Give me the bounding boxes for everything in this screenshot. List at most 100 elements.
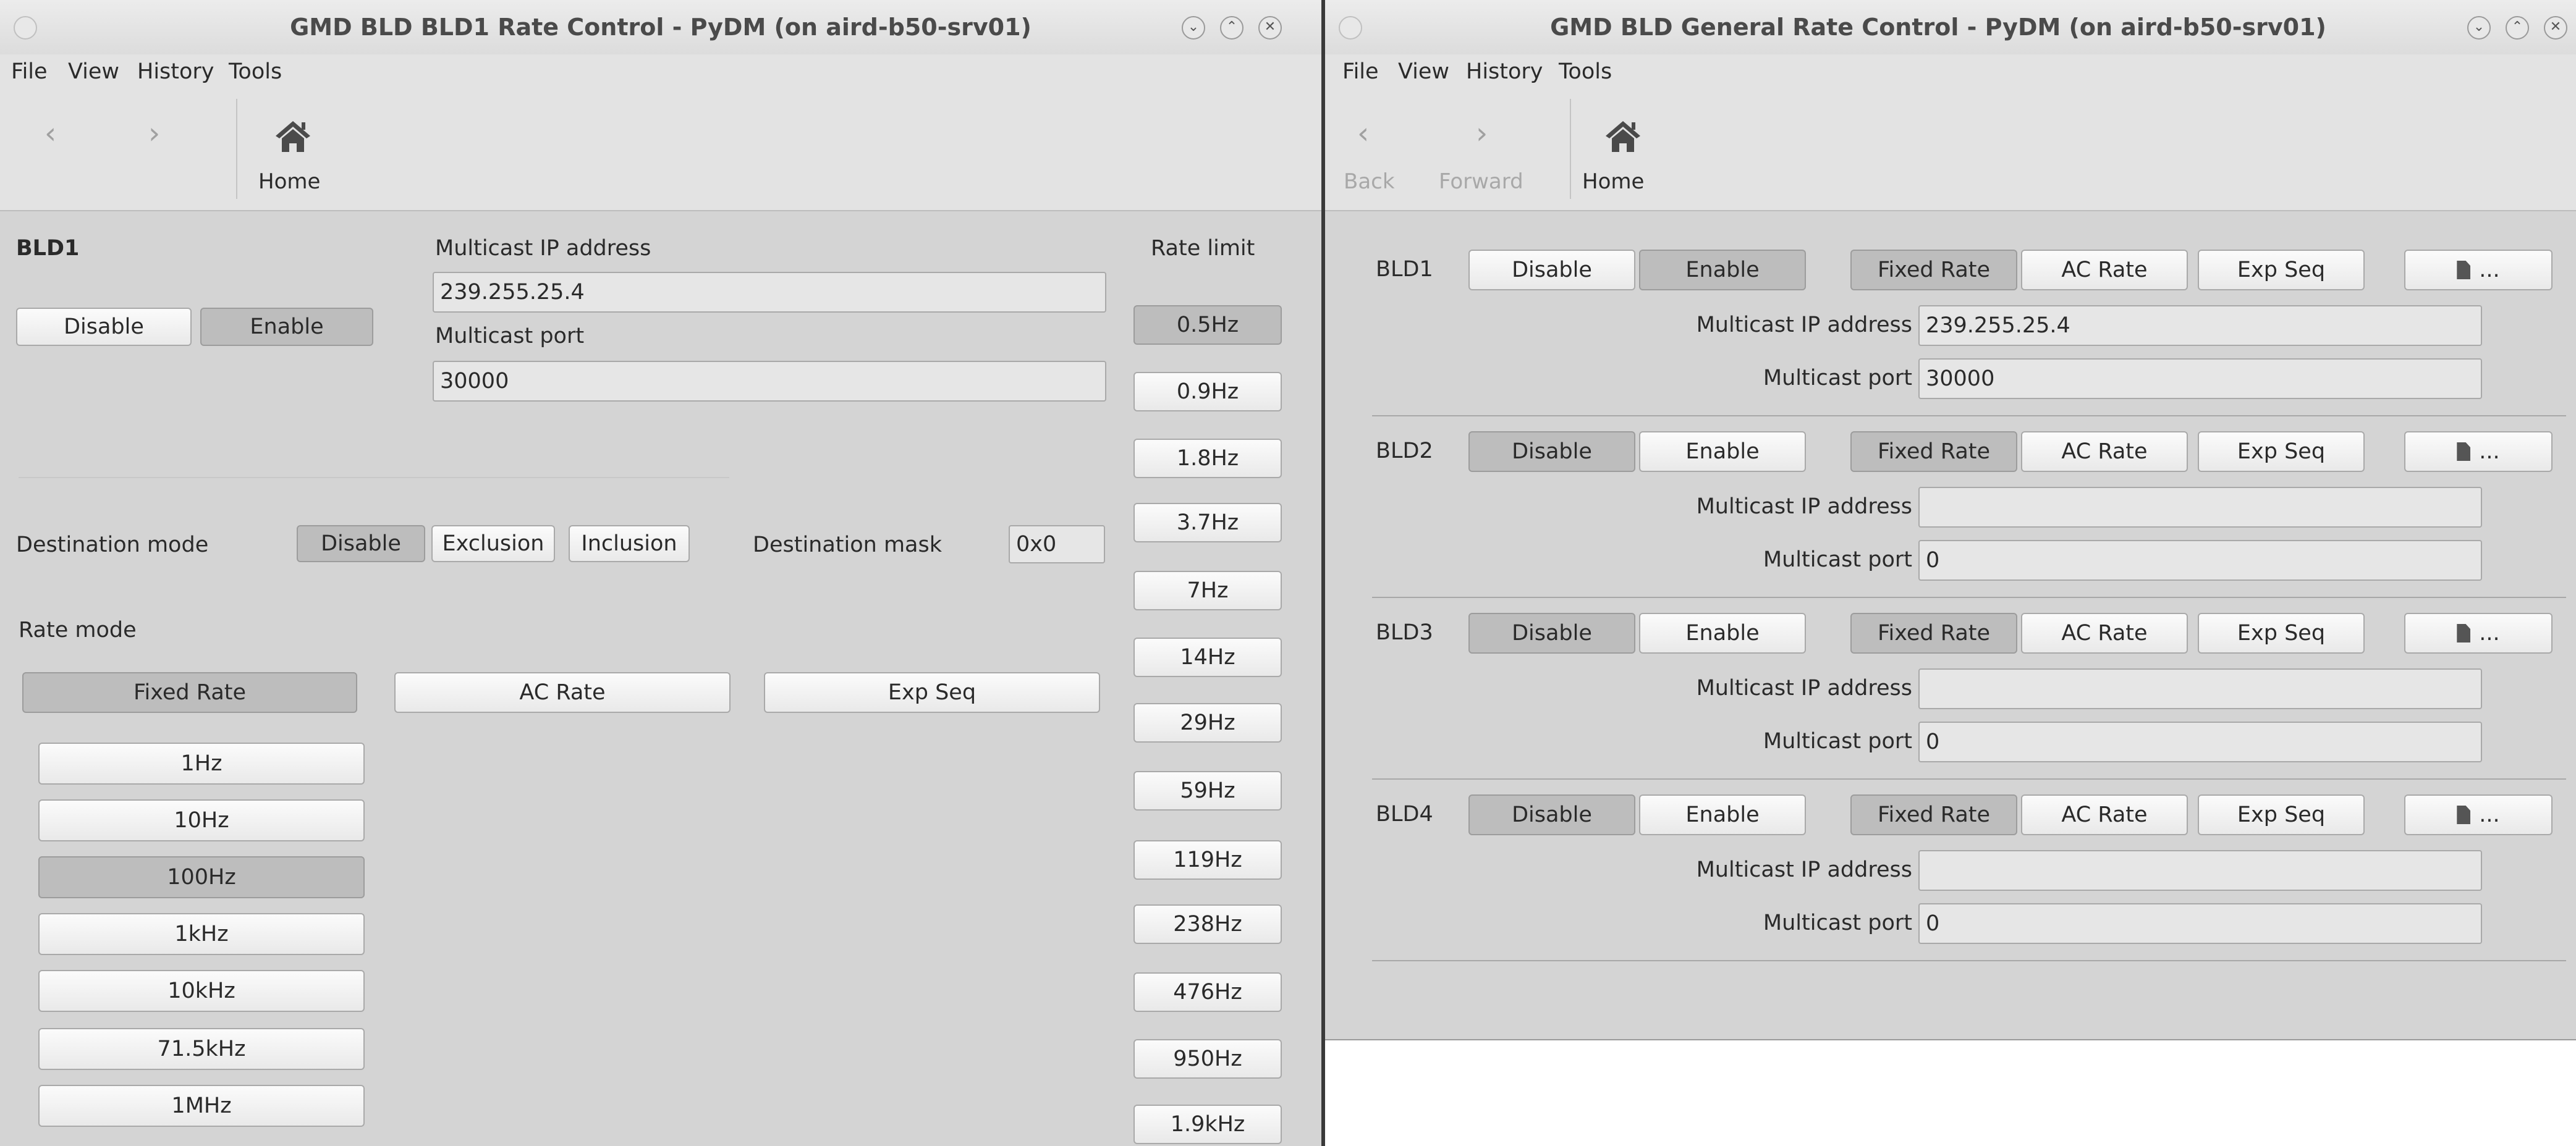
fixed-rate-1khz-button[interactable]: 1kHz [38,913,365,955]
menu-history[interactable]: History [137,59,214,84]
multicast-ip-field[interactable] [1918,668,2482,709]
file-menu-button[interactable]: ... [2404,431,2553,472]
rate-limit-29hz-button[interactable]: 29Hz [1133,703,1282,743]
file-menu-button[interactable]: ... [2404,613,2553,654]
rate-limit-1-8hz-button[interactable]: 1.8Hz [1133,439,1282,478]
menu-tools[interactable]: Tools [229,59,282,84]
multicast-port-field[interactable]: 0 [1918,540,2482,581]
back-arrow-icon[interactable]: ‹ [1357,116,1369,151]
left-menubar: File View History Tools [0,54,1321,90]
ac-rate-button[interactable]: AC Rate [2021,250,2188,290]
close-icon[interactable]: ✕ [2544,16,2567,40]
maximize-icon[interactable]: ⌃ [2506,16,2529,40]
disable-button[interactable]: Disable [1468,794,1635,835]
enable-button[interactable]: Enable [1639,431,1806,472]
fixed-rate-button[interactable]: Fixed Rate [1850,250,2017,290]
disable-button[interactable]: Disable [16,308,192,346]
ac-rate-tab[interactable]: AC Rate [394,672,731,713]
rate-limit-1-9khz-button[interactable]: 1.9kHz [1133,1105,1282,1144]
back-label[interactable]: Back [1344,169,1395,194]
destination-disable-button[interactable]: Disable [297,525,425,562]
rate-limit-14hz-button[interactable]: 14Hz [1133,638,1282,677]
forward-arrow-icon[interactable]: › [1476,116,1488,151]
rate-limit-119hz-button[interactable]: 119Hz [1133,840,1282,880]
menu-file[interactable]: File [1342,59,1379,84]
bld-name-label: BLD1 [1376,257,1433,282]
rate-limit-59hz-button[interactable]: 59Hz [1133,771,1282,811]
menu-file[interactable]: File [11,59,48,84]
home-icon[interactable] [1604,119,1642,153]
left-titlebar[interactable]: GMD BLD BLD1 Rate Control - PyDM (on air… [0,0,1321,55]
exp-seq-button[interactable]: Exp Seq [2198,794,2365,835]
fixed-rate-button[interactable]: Fixed Rate [1850,613,2017,654]
disable-button[interactable]: Disable [1468,613,1635,654]
back-arrow-icon[interactable]: ‹ [44,116,56,151]
bld-section-title: BLD1 [16,236,80,261]
forward-arrow-icon[interactable]: › [148,116,160,151]
home-label[interactable]: Home [258,169,320,194]
enable-button[interactable]: Enable [1639,613,1806,654]
exp-seq-button[interactable]: Exp Seq [2198,250,2365,290]
rate-limit-0-9hz-button[interactable]: 0.9Hz [1133,372,1282,411]
file-menu-button[interactable]: ... [2404,250,2553,290]
left-toolbar: ‹ › Home [0,90,1321,211]
close-icon[interactable]: ✕ [1258,16,1282,40]
destination-inclusion-button[interactable]: Inclusion [569,525,690,562]
fixed-rate-tab[interactable]: Fixed Rate [22,672,357,713]
forward-label[interactable]: Forward [1439,169,1523,194]
destination-exclusion-button[interactable]: Exclusion [431,525,555,562]
bld-row-1: BLD1 Disable Enable Fixed Rate AC Rate E… [1325,245,2576,424]
ac-rate-button[interactable]: AC Rate [2021,794,2188,835]
exp-seq-button[interactable]: Exp Seq [2198,613,2365,654]
multicast-ip-field[interactable]: 239.255.25.4 [433,272,1106,313]
multicast-ip-label: Multicast IP address [435,236,651,261]
menu-view[interactable]: View [1398,59,1449,84]
enable-button[interactable]: Enable [1639,794,1806,835]
menu-tools[interactable]: Tools [1559,59,1612,84]
fixed-rate-100hz-button[interactable]: 100Hz [38,856,365,898]
destination-mask-field[interactable]: 0x0 [1009,525,1105,563]
fixed-rate-10khz-button[interactable]: 10kHz [38,970,365,1012]
enable-button[interactable]: Enable [200,308,373,346]
rate-limit-950hz-button[interactable]: 950Hz [1133,1039,1282,1079]
disable-button[interactable]: Disable [1468,431,1635,472]
minimize-icon[interactable]: ⌄ [1182,16,1205,40]
ac-rate-button[interactable]: AC Rate [2021,431,2188,472]
fixed-rate-10hz-button[interactable]: 10Hz [38,799,365,841]
multicast-port-field[interactable]: 30000 [1918,358,2482,399]
rate-limit-label: Rate limit [1151,236,1255,261]
multicast-port-field[interactable]: 0 [1918,903,2482,944]
fixed-rate-71-5khz-button[interactable]: 71.5kHz [38,1028,365,1070]
rate-limit-0-5hz-button[interactable]: 0.5Hz [1133,305,1282,345]
minimize-icon[interactable]: ⌄ [2467,16,2491,40]
file-menu-button[interactable]: ... [2404,794,2553,835]
enable-button[interactable]: Enable [1639,250,1806,290]
rate-limit-476hz-button[interactable]: 476Hz [1133,972,1282,1012]
right-titlebar[interactable]: GMD BLD General Rate Control - PyDM (on … [1325,0,2576,55]
left-window: GMD BLD BLD1 Rate Control - PyDM (on air… [0,0,1321,1146]
menu-history[interactable]: History [1466,59,1543,84]
home-icon[interactable] [274,119,311,153]
fixed-rate-1hz-button[interactable]: 1Hz [38,743,365,785]
menu-view[interactable]: View [68,59,119,84]
multicast-ip-field[interactable] [1918,487,2482,528]
rate-limit-3-7hz-button[interactable]: 3.7Hz [1133,503,1282,542]
maximize-icon[interactable]: ⌃ [1220,16,1244,40]
multicast-ip-field[interactable]: 239.255.25.4 [1918,305,2482,346]
disable-button[interactable]: Disable [1468,250,1635,290]
multicast-port-field[interactable]: 0 [1918,722,2482,762]
exp-seq-button[interactable]: Exp Seq [2198,431,2365,472]
multicast-ip-label: Multicast IP address [1696,494,1912,519]
fixed-rate-button[interactable]: Fixed Rate [1850,431,2017,472]
exp-seq-tab[interactable]: Exp Seq [764,672,1100,713]
rate-limit-7hz-button[interactable]: 7Hz [1133,571,1282,610]
multicast-ip-field[interactable] [1918,850,2482,891]
fixed-rate-1mhz-button[interactable]: 1MHz [38,1085,365,1127]
home-label[interactable]: Home [1582,169,1644,194]
multicast-port-field[interactable]: 30000 [433,361,1106,402]
left-window-title: GMD BLD BLD1 Rate Control - PyDM (on air… [290,14,1032,41]
rate-limit-238hz-button[interactable]: 238Hz [1133,904,1282,944]
fixed-rate-button[interactable]: Fixed Rate [1850,794,2017,835]
ac-rate-button[interactable]: AC Rate [2021,613,2188,654]
multicast-port-label: Multicast port [1763,366,1912,390]
